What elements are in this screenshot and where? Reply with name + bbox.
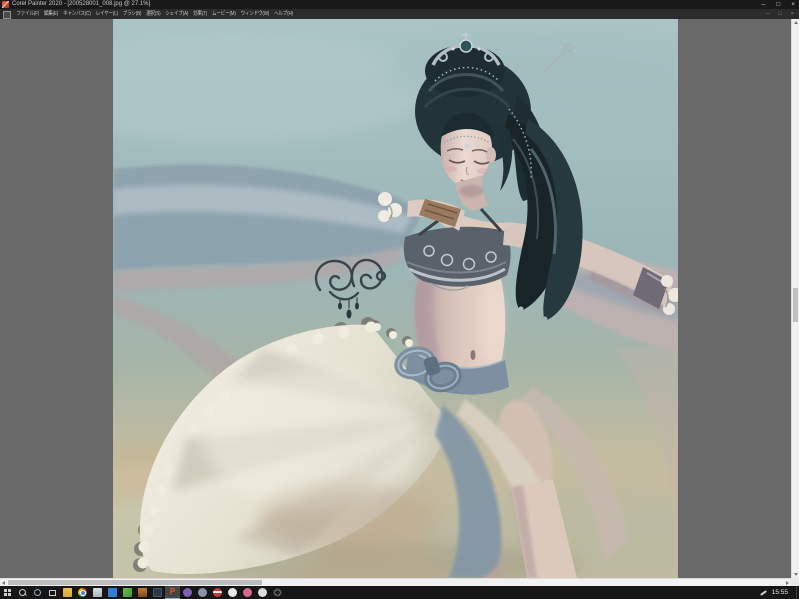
taskbar-app-green[interactable] bbox=[120, 586, 135, 599]
desktop: { "window": { "app_title": "Corel Painte… bbox=[0, 0, 799, 599]
app-light-icon bbox=[93, 588, 102, 597]
profile-dark-icon bbox=[273, 588, 282, 597]
taskbar-profile-light[interactable] bbox=[255, 586, 270, 599]
profile-gray-icon bbox=[198, 588, 207, 597]
taskbar-profile-pink[interactable] bbox=[240, 586, 255, 599]
profile-purple-icon bbox=[183, 588, 192, 597]
menu-select[interactable]: 選択(S) bbox=[144, 9, 163, 19]
menu-shapes[interactable]: シェイプ(A) bbox=[163, 9, 191, 19]
doc-minimize-button[interactable]: – bbox=[766, 9, 769, 19]
menu-brushes[interactable]: ブラシ(B) bbox=[120, 9, 143, 19]
profile-pink-icon bbox=[243, 588, 252, 597]
profile-red-icon bbox=[213, 588, 222, 597]
start-button[interactable] bbox=[0, 586, 15, 599]
taskbar-profile-red[interactable] bbox=[210, 586, 225, 599]
cortana-button[interactable] bbox=[30, 586, 45, 599]
painter-logo-icon bbox=[2, 1, 9, 8]
maximize-button[interactable]: □ bbox=[776, 0, 780, 9]
taskbar-profile-gray[interactable] bbox=[195, 586, 210, 599]
vertical-scroll-thumb[interactable] bbox=[793, 288, 798, 322]
windows-logo-icon bbox=[4, 589, 11, 596]
document-canvas[interactable] bbox=[113, 19, 678, 578]
app-green-icon bbox=[123, 588, 132, 597]
search-button[interactable] bbox=[15, 586, 30, 599]
menu-layers[interactable]: レイヤー(L) bbox=[93, 9, 120, 19]
scroll-down-arrow[interactable] bbox=[792, 570, 799, 578]
painting-dancer bbox=[113, 19, 678, 578]
cortana-icon bbox=[34, 589, 41, 596]
taskbar-app-orange[interactable] bbox=[135, 586, 150, 599]
canvas-pasteboard bbox=[0, 19, 791, 578]
scroll-up-arrow[interactable] bbox=[792, 19, 799, 27]
scroll-left-arrow[interactable] bbox=[0, 579, 8, 586]
taskbar-profile-dark[interactable] bbox=[270, 586, 285, 599]
taskbar-file-explorer[interactable] bbox=[60, 586, 75, 599]
windows-taskbar: P 15:55 bbox=[0, 586, 799, 599]
title-bar[interactable]: Corel Painter 2020 - [200528001_008.jpg … bbox=[0, 0, 799, 9]
taskbar-profile-white[interactable] bbox=[225, 586, 240, 599]
chrome-icon bbox=[78, 588, 87, 597]
menu-edit[interactable]: 編集(E) bbox=[42, 9, 61, 19]
app-blue-icon bbox=[108, 588, 117, 597]
scroll-right-arrow[interactable] bbox=[783, 579, 791, 586]
menu-effects[interactable]: 効果(T) bbox=[191, 9, 210, 19]
menu-bar: ファイル(F) 編集(E) キャンバス(C) レイヤー(L) ブラシ(B) 選択… bbox=[0, 9, 799, 19]
window-title: Corel Painter 2020 - [200528001_008.jpg … bbox=[12, 1, 151, 7]
horizontal-scrollbar[interactable] bbox=[0, 578, 791, 586]
profile-white-icon bbox=[228, 588, 237, 597]
taskbar-app-blue[interactable] bbox=[105, 586, 120, 599]
pen-tray-icon[interactable] bbox=[759, 589, 767, 597]
taskbar-app-darkblue[interactable] bbox=[150, 586, 165, 599]
vertical-scrollbar[interactable] bbox=[791, 19, 799, 578]
task-view-icon bbox=[49, 589, 56, 596]
app-darkblue-icon bbox=[153, 588, 162, 597]
taskbar-app-light[interactable] bbox=[90, 586, 105, 599]
scrollbar-corner bbox=[791, 578, 799, 586]
doc-restore-button[interactable]: □ bbox=[778, 9, 781, 19]
painter-icon: P bbox=[169, 587, 176, 596]
search-icon bbox=[19, 589, 26, 596]
document-icon[interactable] bbox=[3, 11, 11, 19]
task-view-button[interactable] bbox=[45, 586, 60, 599]
folder-icon bbox=[63, 588, 72, 597]
taskbar-chrome[interactable] bbox=[75, 586, 90, 599]
doc-close-button[interactable]: × bbox=[791, 9, 794, 19]
menu-file[interactable]: ファイル(F) bbox=[14, 9, 42, 19]
app-orange-icon bbox=[138, 588, 147, 597]
menu-window[interactable]: ウィンドウ(W) bbox=[238, 9, 271, 19]
taskbar-clock[interactable]: 15:55 bbox=[772, 586, 788, 599]
profile-light-icon bbox=[258, 588, 267, 597]
menu-canvas[interactable]: キャンバス(C) bbox=[61, 9, 93, 19]
system-tray: 15:55 bbox=[759, 586, 799, 599]
taskbar-profile-purple[interactable] bbox=[180, 586, 195, 599]
minimize-button[interactable]: – bbox=[762, 0, 766, 9]
taskbar-corel-painter-active[interactable]: P bbox=[165, 586, 180, 599]
horizontal-scroll-thumb[interactable] bbox=[8, 580, 262, 585]
close-button[interactable]: × bbox=[791, 0, 795, 9]
menu-help[interactable]: ヘルプ(H) bbox=[272, 9, 296, 19]
menu-movie[interactable]: ムービー(M) bbox=[210, 9, 239, 19]
